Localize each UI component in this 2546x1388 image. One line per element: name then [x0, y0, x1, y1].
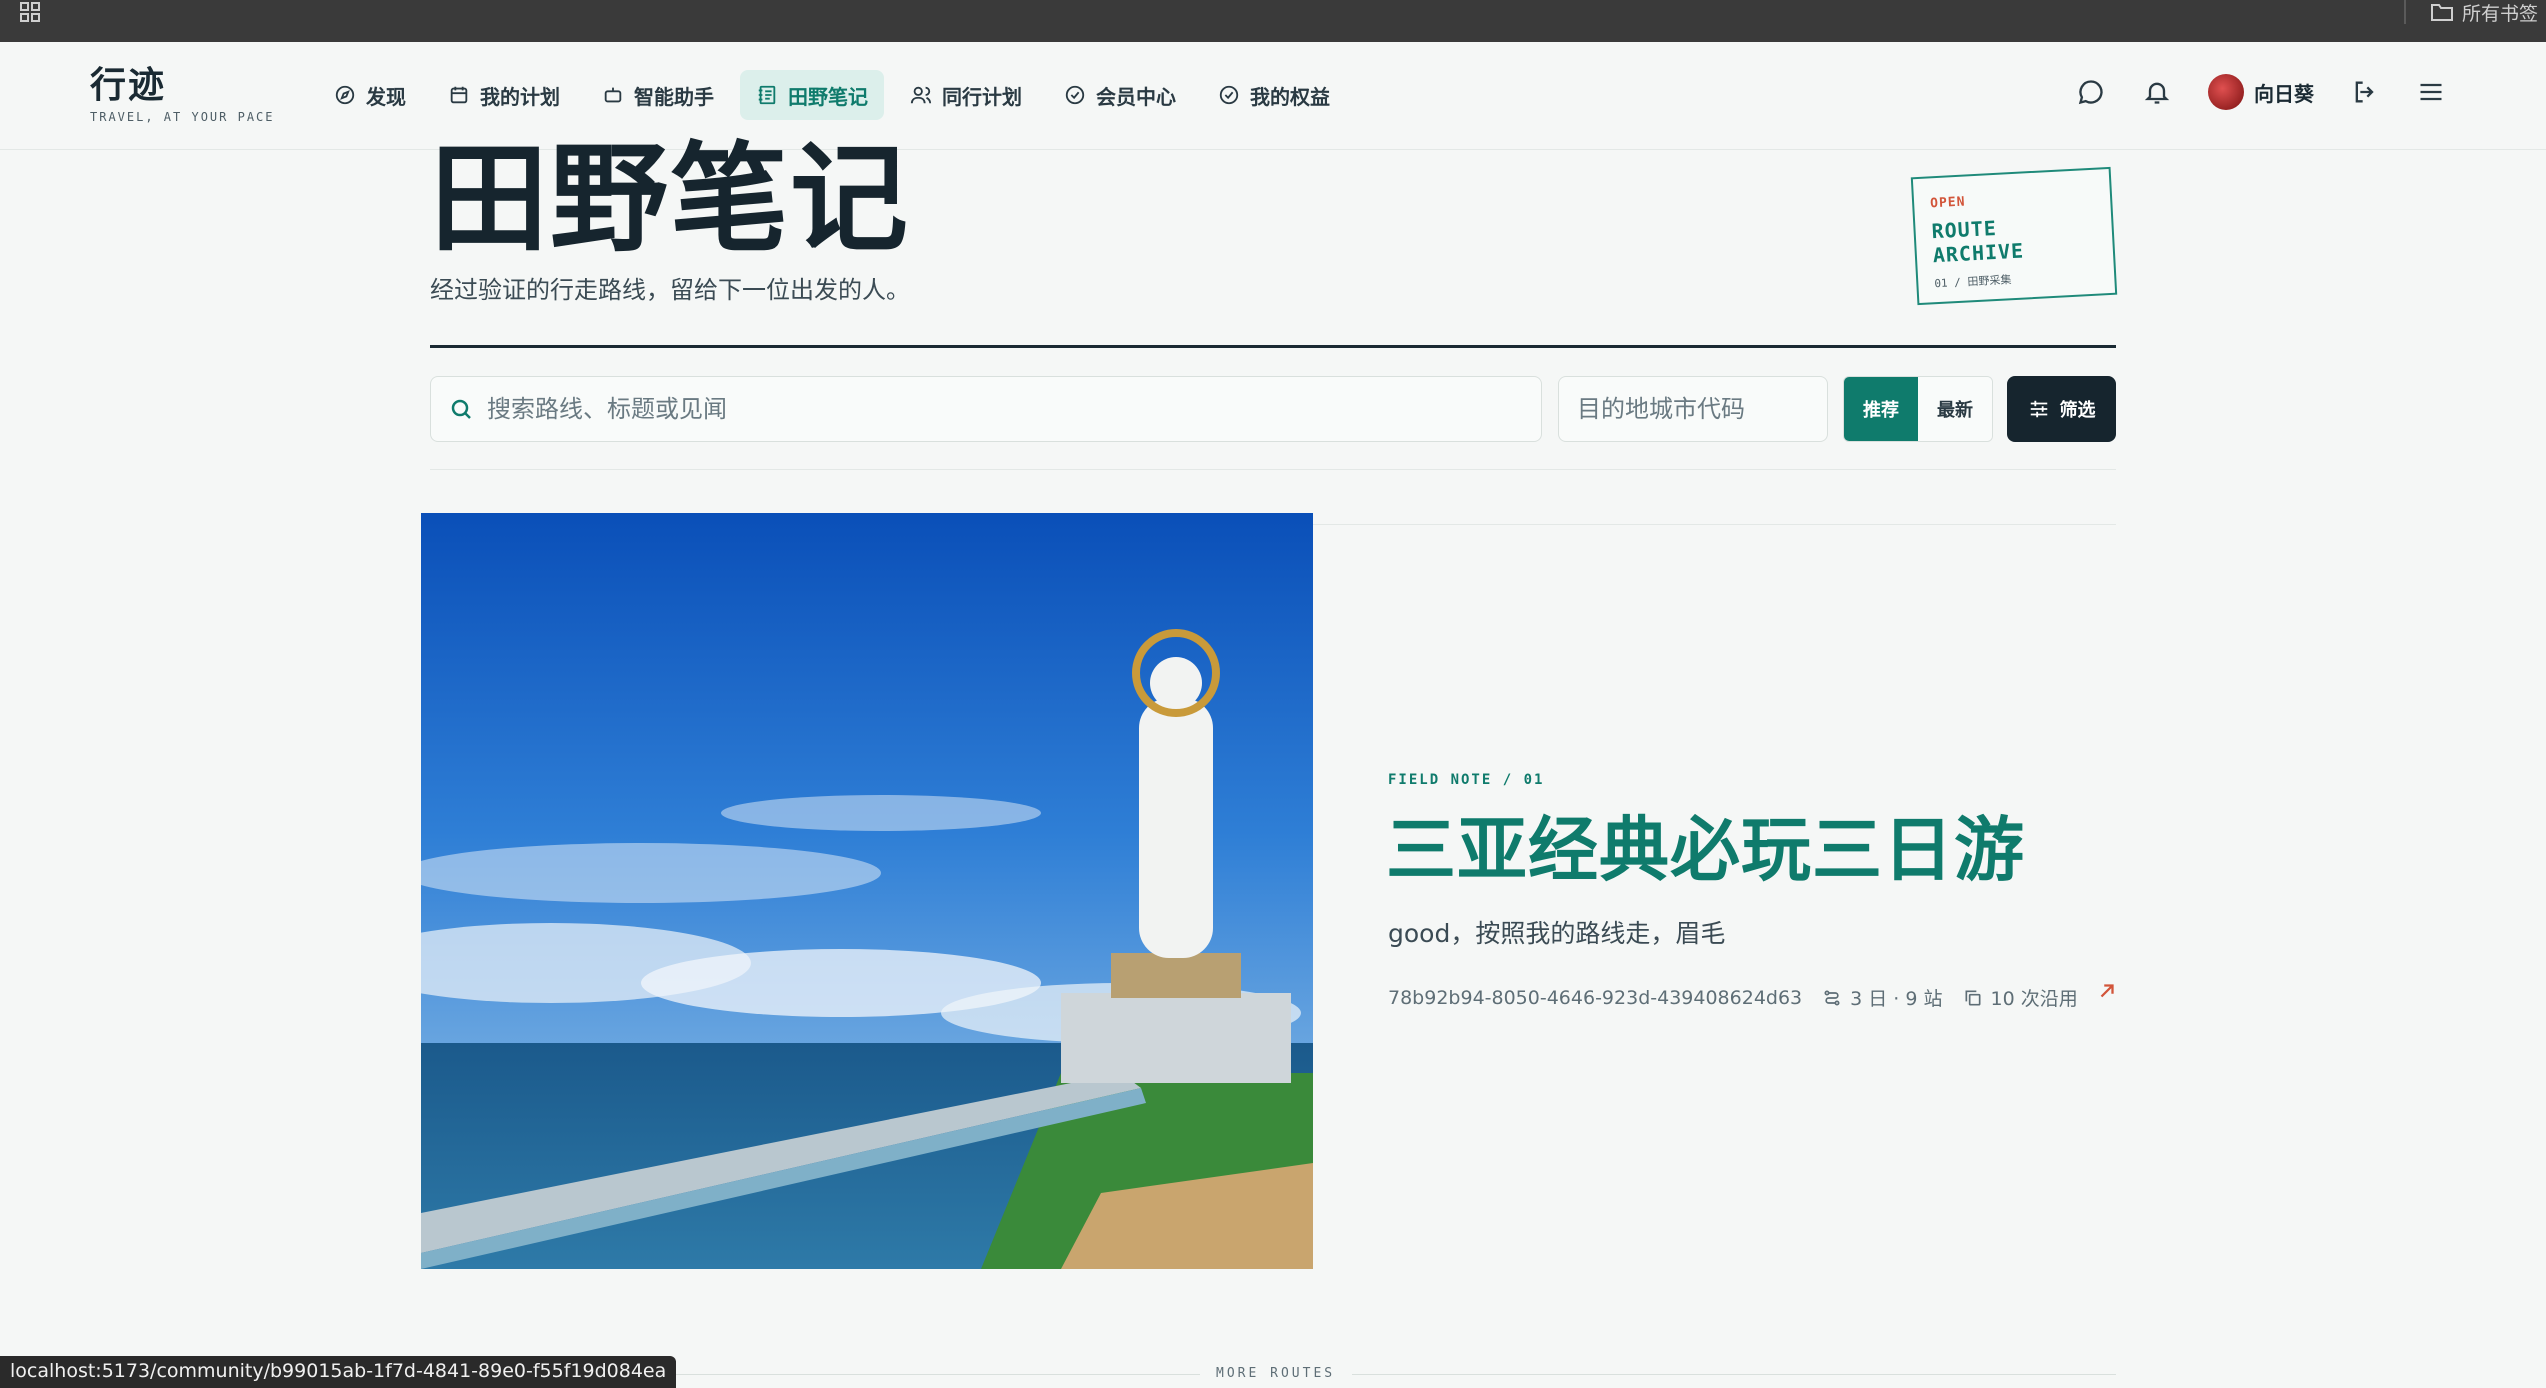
page-subtitle: 经过验证的行走路线，留给下一位出发的人。 [430, 276, 910, 304]
search-field[interactable] [430, 376, 1542, 442]
hamburger-icon [2417, 78, 2445, 106]
stamp-open-label: OPEN [1929, 194, 1966, 212]
route-uses-label: 10 次沿用 [1990, 988, 2078, 1010]
browser-status-url: localhost:5173/community/b99015ab-1f7d-4… [0, 1356, 677, 1388]
notebook-icon [756, 84, 778, 106]
nav-item-assistant[interactable]: 智能助手 [586, 70, 730, 120]
city-code-input[interactable] [1577, 395, 1809, 423]
sort-latest-button[interactable]: 最新 [1918, 377, 1992, 441]
bookmark-bar: 所有书签 [0, 0, 2546, 42]
sliders-icon [2028, 398, 2050, 420]
nav-label: 我的计划 [480, 84, 560, 109]
nav-label: 同行计划 [942, 84, 1022, 109]
route-id: 78b92b94-8050-4646-923d-439408624d63 [1388, 986, 1803, 1009]
nav-item-companion-plans[interactable]: 同行计划 [894, 70, 1038, 120]
chat-bubble-icon [2077, 78, 2105, 106]
stamp-meta: 01 / 田野采集 [1934, 273, 2012, 291]
main-nav: 发现 我的计划 智能助手 田野笔记 同行计划 会员中心 我的权益 [318, 70, 1346, 120]
bookmarks-folder[interactable]: 所有书签 [2430, 0, 2538, 25]
route-archive-stamp: OPEN ROUTE ARCHIVE 01 / 田野采集 [1910, 166, 2118, 306]
brand-tagline: TRAVEL, AT YOUR PACE [90, 110, 275, 124]
nav-label: 会员中心 [1096, 84, 1176, 109]
featured-divider [1313, 524, 2116, 525]
nav-label: 智能助手 [634, 84, 714, 109]
search-divider [430, 469, 2116, 470]
route-uses: 10 次沿用 [1963, 984, 2078, 1011]
nav-item-my-plans[interactable]: 我的计划 [432, 70, 576, 120]
check-circle-icon [1218, 84, 1240, 106]
menu-button[interactable] [2416, 77, 2446, 107]
hero-divider [430, 345, 2116, 348]
calendar-icon [448, 84, 470, 106]
copy-icon [1963, 988, 1983, 1008]
bookmark-divider [2404, 0, 2406, 24]
check-circle-icon [1064, 84, 1086, 106]
logout-icon [2351, 78, 2379, 106]
nav-label: 我的权益 [1250, 84, 1330, 109]
more-routes-rule-right [1352, 1374, 2116, 1375]
user-menu[interactable]: 向日葵 [2208, 74, 2314, 110]
featured-route-title[interactable]: 三亚经典必玩三日游 [1386, 812, 2025, 889]
featured-route-description: good，按照我的路线走，眉毛 [1388, 919, 1726, 948]
filter-button[interactable]: 筛选 [2007, 376, 2116, 442]
top-navigation: 行迹 TRAVEL, AT YOUR PACE 发现 我的计划 智能助手 田野笔… [0, 42, 2546, 150]
page-title: 田野笔记 [430, 130, 911, 268]
compass-icon [334, 84, 356, 106]
nav-item-discover[interactable]: 发现 [318, 70, 422, 120]
brand-logo[interactable]: 行迹 TRAVEL, AT YOUR PACE [90, 65, 275, 125]
bell-icon [2143, 78, 2171, 106]
users-icon [910, 84, 932, 106]
user-name: 向日葵 [2254, 81, 2314, 106]
route-icon [1822, 988, 1842, 1008]
featured-route-meta: 78b92b94-8050-4646-923d-439408624d63 3 日… [1388, 984, 2078, 1011]
nav-item-my-benefits[interactable]: 我的权益 [1202, 70, 1346, 120]
messages-button[interactable] [2076, 77, 2106, 107]
nav-item-membership[interactable]: 会员中心 [1048, 70, 1192, 120]
search-input[interactable] [487, 395, 1523, 423]
sort-toggle: 推荐 最新 [1843, 376, 1993, 442]
sort-recommended-button[interactable]: 推荐 [1844, 377, 1918, 441]
notifications-button[interactable] [2142, 77, 2172, 107]
nav-right-actions: 向日葵 [2076, 74, 2446, 110]
more-routes-label: MORE ROUTES [1216, 1366, 1336, 1381]
field-note-kicker: FIELD NOTE / 01 [1388, 772, 1545, 788]
nav-label: 田野笔记 [788, 84, 868, 109]
featured-route-image[interactable] [421, 513, 1313, 1269]
open-route-arrow-icon[interactable] [2096, 980, 2118, 1002]
folder-icon [2430, 2, 2454, 22]
route-duration: 3 日 · 9 站 [1822, 984, 1943, 1011]
bookmarks-folder-label: 所有书签 [2461, 2, 2538, 25]
route-duration-label: 3 日 · 9 站 [1850, 988, 1943, 1010]
search-icon [449, 397, 473, 421]
city-code-field[interactable] [1558, 376, 1828, 442]
logout-button[interactable] [2350, 77, 2380, 107]
nav-item-field-notes[interactable]: 田野笔记 [740, 70, 884, 120]
nav-label: 发现 [366, 84, 406, 109]
brand-title: 行迹 [90, 65, 167, 106]
avatar [2208, 74, 2244, 110]
apps-grid-icon[interactable] [18, 0, 42, 24]
robot-icon [602, 84, 624, 106]
filter-label: 筛选 [2059, 400, 2096, 421]
